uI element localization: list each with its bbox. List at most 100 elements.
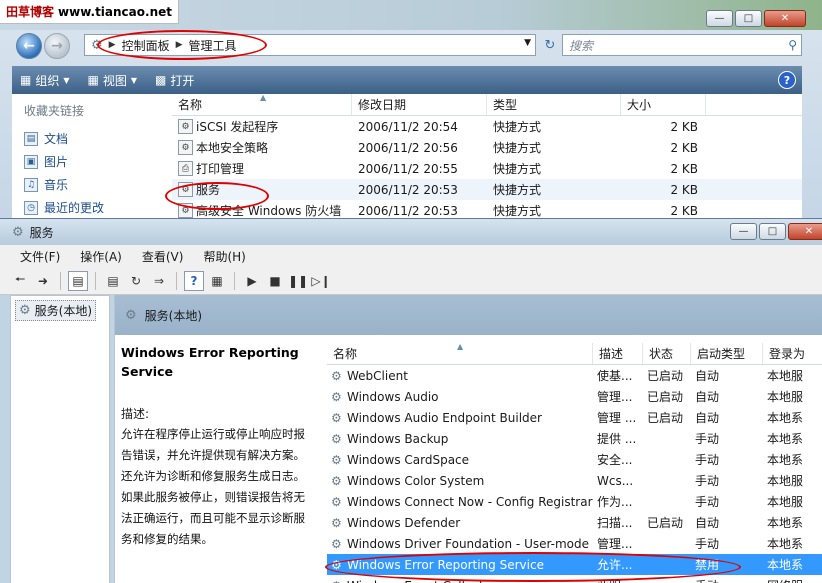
refresh-icon: ↻ bbox=[130, 273, 142, 288]
search-input[interactable]: 搜索 ⚲ bbox=[562, 34, 802, 56]
open-label: 打开 bbox=[170, 73, 195, 88]
breadcrumb-admin-tools[interactable]: 管理工具 bbox=[189, 37, 237, 54]
tree-item-services-local[interactable]: ⚙ 服务(本地) bbox=[15, 300, 97, 321]
service-row[interactable]: ⚙ Windows Defender 扫描... 已启动 自动 本地系 bbox=[327, 512, 822, 533]
service-row[interactable]: ⚙ Windows Audio Endpoint Builder 管理 ... 已启动… bbox=[327, 407, 822, 428]
services-app-icon: ⚙ bbox=[12, 224, 24, 240]
restart-service-button[interactable]: ▷❙ bbox=[311, 271, 331, 291]
forward-button[interactable]: ➜ bbox=[33, 271, 53, 291]
open-button[interactable]: ▩ 打开 bbox=[155, 72, 194, 89]
favorite-recent-changes[interactable]: ◷ 最近的更改 bbox=[12, 196, 172, 218]
security-policy-shortcut-icon: ⚙ bbox=[178, 140, 193, 155]
file-type: 快捷方式 bbox=[493, 204, 542, 218]
export-list-button[interactable]: ⇒ bbox=[149, 271, 169, 291]
column-header-log-on-as[interactable]: 登录为 bbox=[763, 343, 822, 364]
close-button[interactable]: ✕ bbox=[764, 10, 806, 27]
service-row[interactable]: ⚙ WebClient 使基... 已启动 自动 本地服 bbox=[327, 365, 822, 386]
service-row[interactable]: ⚙ Windows Backup 提供 ... 手动 本地系 bbox=[327, 428, 822, 449]
back-button[interactable]: ← bbox=[16, 33, 42, 59]
service-row[interactable]: ⚙ Windows CardSpace 安全... 手动 本地系 bbox=[327, 449, 822, 470]
file-row-services[interactable]: ⚙ 服务 2006/11/2 20:53 快捷方式 2 KB bbox=[172, 179, 802, 200]
favorites-title: 收藏夹链接 bbox=[24, 104, 85, 118]
service-row[interactable]: ⚙ Windows Color System Wcs... 手动 本地服 bbox=[327, 470, 822, 491]
refresh-button[interactable]: ↻ bbox=[540, 34, 560, 56]
breadcrumb-control-panel[interactable]: 控制面板 bbox=[122, 37, 170, 54]
minimize-button[interactable]: — bbox=[706, 10, 733, 27]
service-name: Windows Connect Now - Config Registrar bbox=[347, 494, 593, 509]
maximize-button[interactable]: □ bbox=[759, 223, 786, 240]
toolbar-separator bbox=[60, 271, 61, 290]
show-hide-console-tree-button[interactable]: ▤ bbox=[68, 270, 88, 291]
column-header-description[interactable]: 描述 bbox=[593, 343, 643, 364]
service-row[interactable]: ⚙ Windows Connect Now - Config Registrar 作… bbox=[327, 491, 822, 512]
favorite-music[interactable]: ♫ 音乐 bbox=[12, 173, 172, 196]
file-row[interactable]: ⚙ 本地安全策略 2006/11/2 20:56 快捷方式 2 KB bbox=[172, 137, 802, 158]
service-name: WebClient bbox=[347, 368, 408, 383]
minimize-button[interactable]: — bbox=[730, 223, 757, 240]
forward-button[interactable]: → bbox=[44, 33, 70, 59]
stop-service-button[interactable]: ■ bbox=[265, 271, 285, 291]
column-header-date[interactable]: 修改日期 bbox=[352, 94, 487, 115]
open-icon: ▩ bbox=[155, 73, 167, 87]
maximize-button[interactable]: □ bbox=[735, 10, 762, 27]
refresh-button[interactable]: ↻ bbox=[126, 271, 146, 291]
file-row[interactable]: ⚙ iSCSI 发起程序 2006/11/2 20:54 快捷方式 2 KB bbox=[172, 116, 802, 137]
menu-action[interactable]: 操作(A) bbox=[70, 248, 132, 265]
help-button[interactable]: ? bbox=[184, 270, 204, 291]
menu-help[interactable]: 帮助(H) bbox=[193, 248, 255, 265]
console-tree-icon: ▤ bbox=[72, 273, 84, 288]
service-gear-icon: ⚙ bbox=[331, 368, 342, 383]
file-list-header: 名称 修改日期 类型 大小 bbox=[172, 94, 802, 116]
search-icon[interactable]: ⚲ bbox=[788, 38, 797, 52]
service-row[interactable]: ⚙ Windows Audio 管理... 已启动 自动 本地服 bbox=[327, 386, 822, 407]
back-button[interactable]: 🠔 bbox=[10, 271, 30, 291]
properties-icon: ▤ bbox=[107, 273, 119, 288]
file-size: 2 KB bbox=[670, 140, 698, 155]
file-row[interactable]: ⚙ 高级安全 Windows 防火墙 2006/11/2 20:53 快捷方式 2… bbox=[172, 200, 802, 218]
address-bar[interactable]: ⚙ ▶ 控制面板 ▶ 管理工具 ▼ bbox=[84, 34, 536, 56]
favorite-documents[interactable]: ▤ 文档 bbox=[12, 127, 172, 150]
column-header-startup-type[interactable]: 启动类型 bbox=[691, 343, 763, 364]
close-button[interactable]: ✕ bbox=[788, 223, 822, 240]
service-startup-cell: 手动 bbox=[695, 432, 720, 446]
start-service-button[interactable]: ▶ bbox=[242, 271, 262, 291]
help-icon[interactable]: ? bbox=[778, 71, 796, 89]
file-type: 快捷方式 bbox=[493, 120, 542, 134]
properties-button[interactable]: ▤ bbox=[103, 271, 123, 291]
column-header-type[interactable]: 类型 bbox=[487, 94, 621, 115]
file-date: 2006/11/2 20:55 bbox=[358, 161, 458, 176]
file-date: 2006/11/2 20:54 bbox=[358, 119, 458, 134]
menu-file[interactable]: 文件(F) bbox=[10, 248, 70, 265]
favorites-pane: 收藏夹链接 ▤ 文档 ▣ 图片 ♫ 音乐 ◷ 最近的更改 bbox=[12, 94, 172, 218]
views-label: 视图 bbox=[102, 73, 127, 88]
print-management-shortcut-icon: ⎙ bbox=[178, 161, 193, 176]
file-size: 2 KB bbox=[670, 161, 698, 176]
export-icon: ⇒ bbox=[153, 273, 165, 288]
blog-name: 田草博客 bbox=[6, 5, 55, 19]
service-startup-cell: 手动 bbox=[695, 495, 720, 509]
back-arrow-icon: 🠔 bbox=[14, 272, 26, 286]
service-row[interactable]: ⚙Windows Event Collector此服...手动网络服 bbox=[327, 575, 822, 583]
service-startup-cell: 手动 bbox=[691, 577, 763, 583]
service-row-selected[interactable]: ⚙ Windows Error Reporting Service 允许... 禁用 本… bbox=[327, 554, 822, 575]
address-dropdown-icon[interactable]: ▼ bbox=[524, 38, 531, 48]
service-row[interactable]: ⚙ Windows Driver Foundation - User-mode 管理… bbox=[327, 533, 822, 554]
show-hide-action-pane-button[interactable]: ▦ bbox=[207, 271, 227, 291]
menu-view[interactable]: 查看(V) bbox=[132, 248, 194, 265]
service-gear-icon: ⚙ bbox=[331, 494, 342, 509]
column-header-size[interactable]: 大小 bbox=[621, 94, 706, 115]
file-type: 快捷方式 bbox=[493, 141, 542, 155]
organize-button[interactable]: ▦ 组织 ▼ bbox=[20, 72, 70, 89]
views-button[interactable]: ▦ 视图 ▼ bbox=[88, 72, 138, 89]
service-name-cell: ⚙ Windows CardSpace bbox=[327, 453, 593, 467]
service-logon-cell: 本地系 bbox=[767, 432, 804, 446]
service-gear-icon: ⚙ bbox=[331, 579, 345, 583]
service-desc-cell: 作为... bbox=[597, 495, 633, 509]
service-state-cell: 已启动 bbox=[647, 390, 684, 404]
pause-service-button[interactable]: ❚❚ bbox=[288, 271, 308, 291]
favorite-pictures[interactable]: ▣ 图片 bbox=[12, 150, 172, 173]
column-header-status[interactable]: 状态 bbox=[643, 343, 691, 364]
service-name: Windows Driver Foundation - User-mode bbox=[347, 536, 590, 551]
explorer-window: 田草博客 www.tiancao.net — □ ✕ ← → ⚙ ▶ 控制面板 ▶… bbox=[0, 0, 822, 218]
file-row[interactable]: ⎙ 打印管理 2006/11/2 20:55 快捷方式 2 KB bbox=[172, 158, 802, 179]
